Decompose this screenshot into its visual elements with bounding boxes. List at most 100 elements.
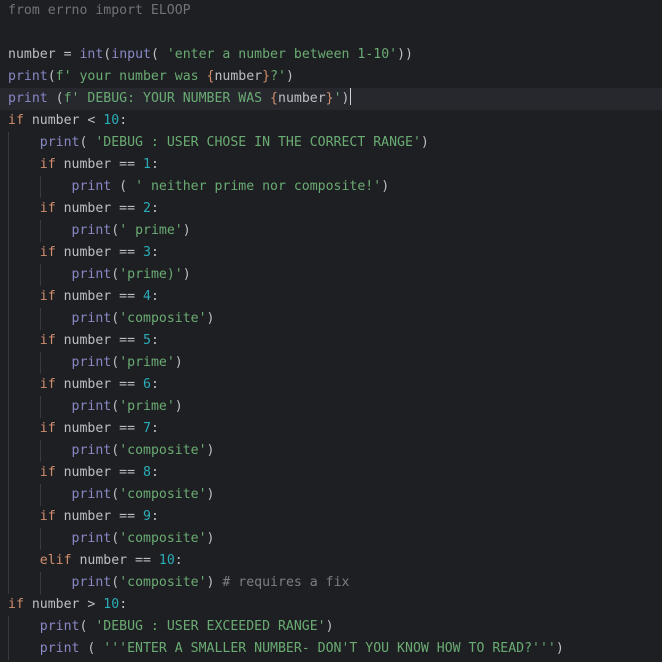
code-token-str: 'composite' xyxy=(119,487,207,502)
code-token-p: ( xyxy=(111,179,136,194)
indentation xyxy=(8,245,40,260)
code-token-str: 'DEBUG : USER EXCEEDED RANGE' xyxy=(95,619,326,634)
code-token-p: ) xyxy=(174,399,183,414)
code-line[interactable]: if number == 6: xyxy=(0,374,662,396)
indent-guide xyxy=(8,616,9,638)
code-line[interactable]: if number == 7: xyxy=(0,418,662,440)
code-token-p: ) xyxy=(420,135,429,150)
code-token-p: ) xyxy=(381,179,390,194)
code-token-p: ) xyxy=(285,69,294,84)
code-line[interactable]: from errno import ELOOP xyxy=(0,0,662,22)
code-token-str: 'composite' xyxy=(119,531,207,546)
indent-guide xyxy=(8,418,9,440)
code-token-p: number == xyxy=(55,289,143,304)
code-token-bi: print xyxy=(71,531,112,546)
code-token-p: number == xyxy=(55,245,143,260)
indentation xyxy=(8,333,40,348)
indent-guide xyxy=(8,572,9,594)
code-line[interactable]: number = int(input( 'enter a number betw… xyxy=(0,44,662,66)
code-line[interactable] xyxy=(0,22,662,44)
code-token-p: number == xyxy=(55,421,143,436)
code-token-num: 3 xyxy=(143,245,151,260)
code-token-p: : xyxy=(150,157,159,172)
code-token-unused: from errno import ELOOP xyxy=(8,3,191,18)
code-token-num: 1 xyxy=(143,157,151,172)
code-token-str: ' prime' xyxy=(119,223,183,238)
code-token-bi: print xyxy=(71,355,112,370)
code-token-bi: input xyxy=(111,47,151,62)
code-line[interactable]: print ( '''ENTER A SMALLER NUMBER- DON'T… xyxy=(0,638,662,660)
code-token-p: )) xyxy=(397,47,413,62)
code-token-bi: print xyxy=(71,399,112,414)
code-line[interactable]: if number == 4: xyxy=(0,286,662,308)
indentation xyxy=(8,509,40,524)
code-line[interactable]: print( 'DEBUG : USER CHOSE IN THE CORREC… xyxy=(0,132,662,154)
code-token-bi: int xyxy=(79,47,104,62)
indentation xyxy=(8,289,40,304)
code-token-p: ) xyxy=(206,443,215,458)
indentation xyxy=(8,465,40,480)
code-line[interactable]: print('composite') xyxy=(0,528,662,550)
indent-guide xyxy=(8,550,9,572)
code-line[interactable]: if number == 3: xyxy=(0,242,662,264)
indent-guide xyxy=(40,528,41,550)
indent-guide xyxy=(40,220,41,242)
indentation xyxy=(8,377,40,392)
code-line[interactable]: print('composite') # requires a fix xyxy=(0,572,662,594)
code-token-p: number == xyxy=(55,333,143,348)
code-line[interactable]: print('prime') xyxy=(0,396,662,418)
code-token-bi: print xyxy=(71,487,112,502)
indent-guide xyxy=(8,352,9,374)
indent-guide xyxy=(8,396,9,418)
code-token-p: number == xyxy=(55,465,143,480)
code-line[interactable]: print('composite') xyxy=(0,308,662,330)
code-line[interactable]: if number > 10: xyxy=(0,594,662,616)
code-line[interactable]: if number == 1: xyxy=(0,154,662,176)
code-line[interactable]: if number == 8: xyxy=(0,462,662,484)
code-token-kw: if xyxy=(39,157,56,172)
code-line[interactable]: print('composite') xyxy=(0,440,662,462)
indent-guide xyxy=(40,440,41,462)
code-token-p: : xyxy=(150,509,159,524)
code-line[interactable]: if number == 5: xyxy=(0,330,662,352)
code-line[interactable]: print(' prime') xyxy=(0,220,662,242)
code-token-str: ?' xyxy=(270,69,286,84)
indentation xyxy=(8,421,40,436)
code-line[interactable]: print(f' your number was {number}?') xyxy=(0,66,662,88)
code-token-p: ) xyxy=(341,91,350,106)
code-token-str: 'composite' xyxy=(119,443,207,458)
code-editor[interactable]: from errno import ELOOP number = int(inpu… xyxy=(0,0,662,662)
indent-guide xyxy=(40,572,41,594)
indentation xyxy=(8,619,40,634)
indent-guide xyxy=(8,440,9,462)
indent-guide xyxy=(8,484,9,506)
indentation xyxy=(8,201,40,216)
code-token-num: 4 xyxy=(143,289,151,304)
code-line[interactable]: if number < 10: xyxy=(0,110,662,132)
code-token-p: ( xyxy=(111,531,120,546)
code-token-p: = xyxy=(55,47,80,62)
code-token-p xyxy=(48,91,56,106)
code-token-brace: { xyxy=(270,91,278,106)
code-line[interactable]: elif number == 10: xyxy=(0,550,662,572)
indent-guide xyxy=(8,198,9,220)
code-token-p: number < xyxy=(23,113,104,128)
indent-guide xyxy=(8,154,9,176)
code-token-brace: } xyxy=(262,69,271,84)
code-line[interactable]: print('composite') xyxy=(0,484,662,506)
code-line[interactable]: print( 'DEBUG : USER EXCEEDED RANGE') xyxy=(0,616,662,638)
code-line[interactable]: print('prime') xyxy=(0,352,662,374)
code-token-p: : xyxy=(150,245,159,260)
code-line[interactable]: print('prime)') xyxy=(0,264,662,286)
indentation xyxy=(8,157,40,172)
code-token-p: ( xyxy=(111,487,120,502)
code-token-p: number == xyxy=(55,377,143,392)
code-token-id: number xyxy=(8,47,56,62)
code-token-kw: if xyxy=(39,421,56,436)
code-line[interactable]: print ( ' neither prime nor composite!') xyxy=(0,176,662,198)
code-token-bi: print xyxy=(39,135,80,150)
code-token-str: 'composite' xyxy=(119,575,207,590)
code-line-current[interactable]: print (f' DEBUG: YOUR NUMBER WAS {number… xyxy=(0,88,662,110)
code-line[interactable]: if number == 2: xyxy=(0,198,662,220)
code-line[interactable]: if number == 9: xyxy=(0,506,662,528)
